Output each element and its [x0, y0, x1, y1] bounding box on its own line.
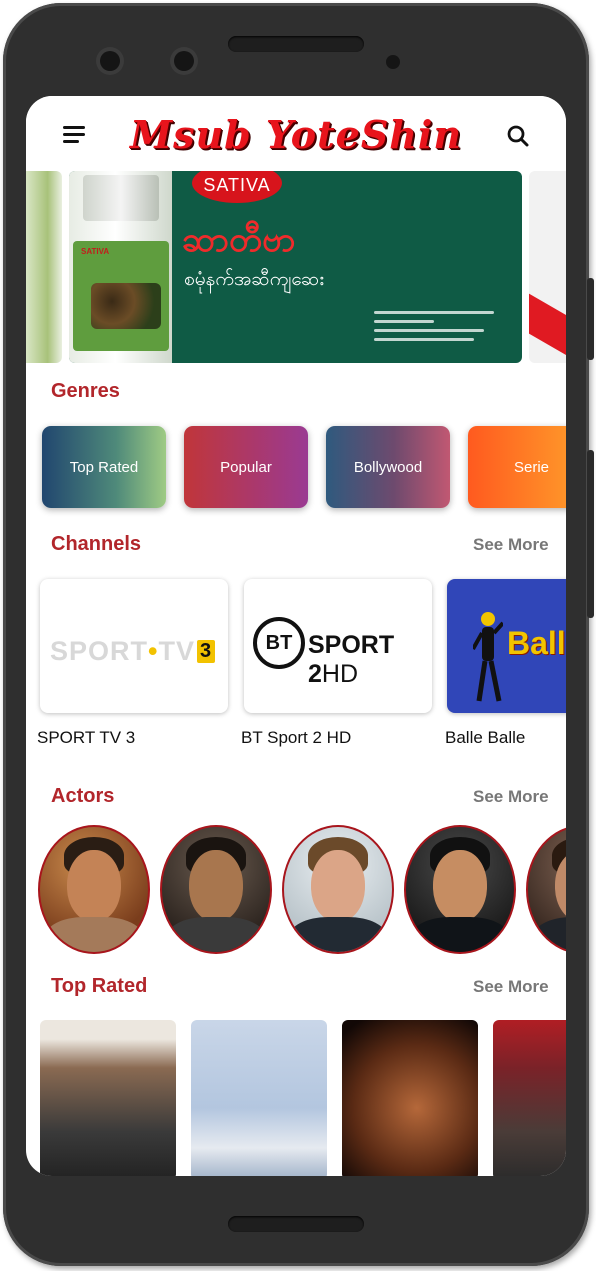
channels-title: Channels	[51, 533, 142, 555]
banner-carousel[interactable]: SATIVA SATIVA ဆာတီဗာ စမုံနက်အဆီကျဆေး	[26, 171, 566, 363]
bottle-brand: SATIVA	[81, 247, 110, 256]
banner-prev-slide[interactable]	[26, 171, 62, 363]
banner-next-slide[interactable]	[529, 171, 566, 363]
channel-name: SPORT TV 3	[37, 728, 136, 747]
app-title: Msub YoteShin	[130, 112, 462, 157]
banner-badge: SATIVA	[192, 171, 282, 203]
product-bottle-image: SATIVA	[69, 171, 172, 363]
channel-name: Balle Balle	[445, 728, 526, 747]
actors-title: Actors	[51, 785, 115, 807]
genre-card-bollywood[interactable]: Bollywood	[326, 426, 450, 508]
genre-label: Bollywood	[353, 458, 423, 476]
earpiece-speaker	[228, 36, 364, 52]
bottom-speaker	[228, 1216, 364, 1232]
proximity-sensor	[386, 55, 400, 69]
banner-headline: ဆာတီဗာ	[182, 221, 296, 259]
actor-avatar[interactable]	[282, 825, 394, 954]
actor-avatar[interactable]	[38, 825, 150, 954]
sport-tv-logo: SPORT•TV 3	[50, 636, 216, 667]
genre-card-serie[interactable]: Serie	[468, 426, 566, 508]
top-rated-see-more-link[interactable]: See More	[473, 977, 549, 997]
poster-card[interactable]	[342, 1020, 478, 1176]
genre-card-top-rated[interactable]: Top Rated	[42, 426, 166, 508]
top-rated-title: Top Rated	[51, 975, 148, 997]
search-icon[interactable]	[506, 124, 530, 148]
poster-card[interactable]	[191, 1020, 327, 1176]
dancer-figure-icon	[473, 612, 503, 702]
poster-card[interactable]	[493, 1020, 566, 1176]
genre-label: Serie	[514, 458, 550, 476]
power-button	[587, 278, 594, 360]
genre-label: Popular	[220, 458, 272, 476]
actor-avatar[interactable]	[160, 825, 272, 954]
front-camera	[100, 51, 120, 71]
genres-title: Genres	[51, 380, 120, 402]
actor-avatar[interactable]	[526, 825, 566, 954]
channel-name: BT Sport 2 HD	[241, 728, 352, 747]
bt-logo: BT	[253, 617, 305, 669]
actors-see-more-link[interactable]: See More	[473, 787, 549, 807]
bt-sport-logo-text: SPORT 2HD	[308, 631, 395, 688]
actor-avatar[interactable]	[404, 825, 516, 954]
app-screen: Msub YoteShin SATIVA SATIVA ဆာတီဗာ စမုံန…	[26, 96, 566, 1176]
banner-slide[interactable]: SATIVA SATIVA ဆာတီဗာ စမုံနက်အဆီကျဆေး	[69, 171, 522, 363]
balle-logo-text: Balle	[507, 625, 566, 661]
channel-card-bt-sport-2-hd[interactable]: BT SPORT 2HD	[244, 579, 432, 713]
volume-button	[587, 450, 594, 618]
app-bar: Msub YoteShin	[26, 96, 566, 170]
channel-card-balle-balle[interactable]: Balle	[447, 579, 566, 713]
banner-subline: စမုံနက်အဆီကျဆေး	[184, 269, 325, 290]
banner-fine-print	[374, 311, 514, 347]
genre-label: Top Rated	[69, 458, 139, 476]
front-sensor	[174, 51, 194, 71]
genre-card-popular[interactable]: Popular	[184, 426, 308, 508]
poster-card[interactable]	[40, 1020, 176, 1176]
channel-card-sport-tv-3[interactable]: SPORT•TV 3	[40, 579, 228, 713]
channels-see-more-link[interactable]: See More	[473, 535, 549, 555]
